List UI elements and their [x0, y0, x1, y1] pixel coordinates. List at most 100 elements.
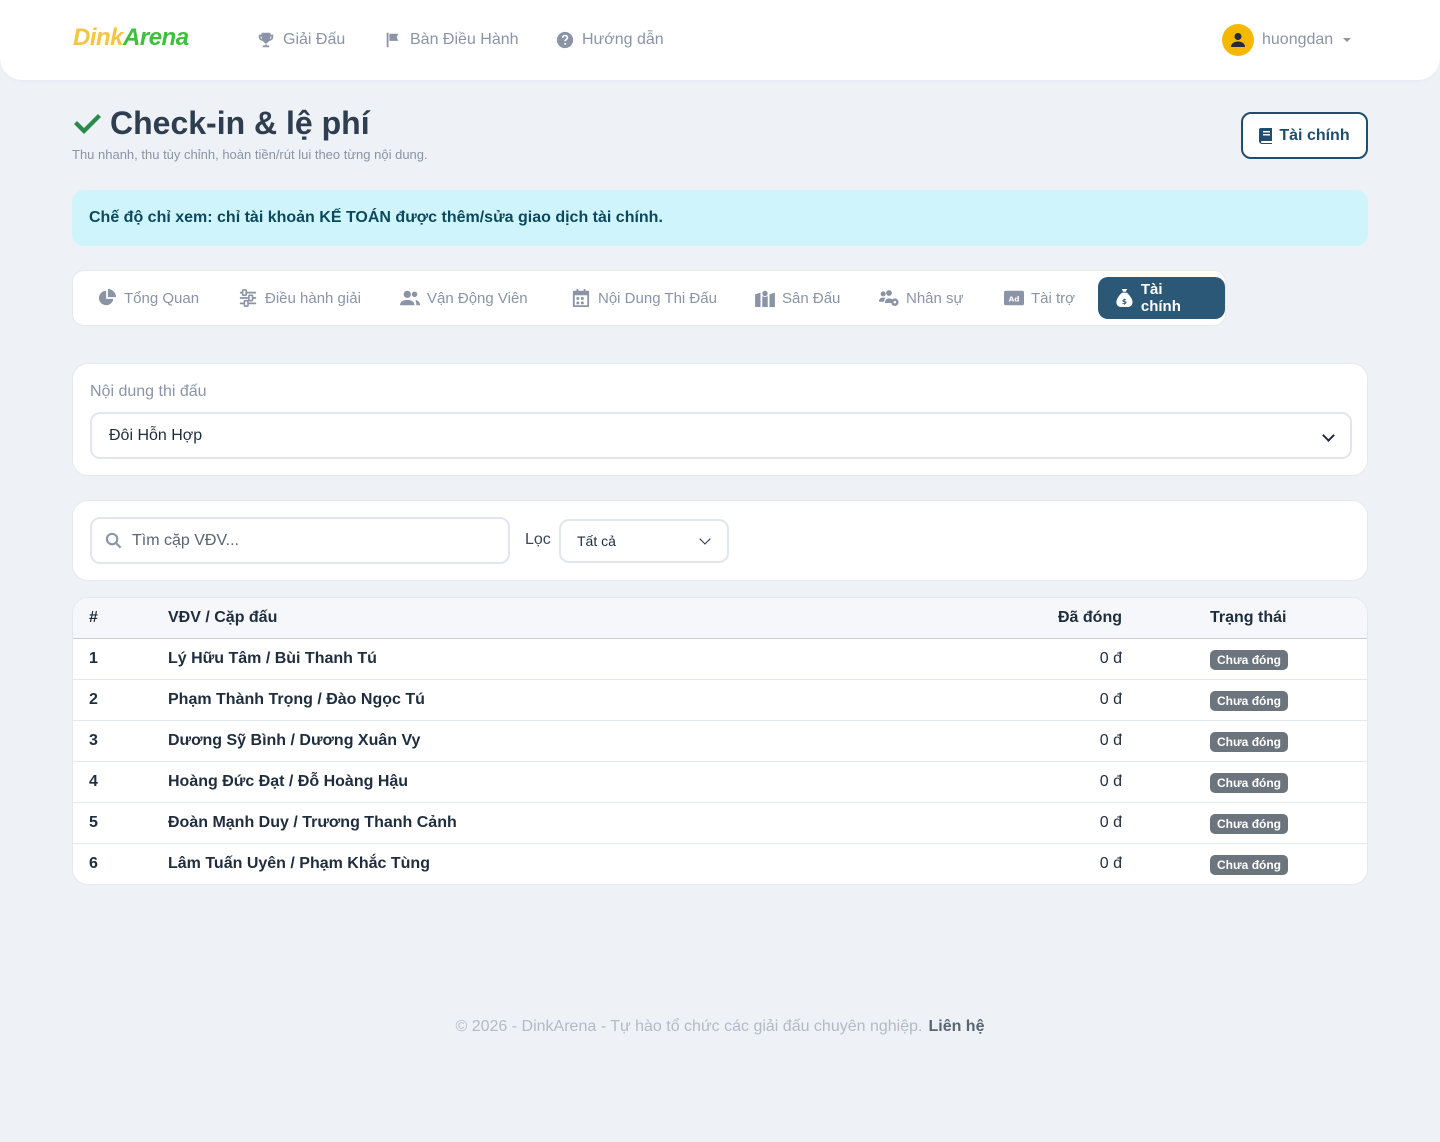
readonly-alert: Chế độ chỉ xem: chỉ tài khoản KẾ TOÁN đư…: [72, 190, 1368, 246]
search-placeholder: Tìm cặp VĐV...: [132, 531, 239, 549]
caret-down-icon: [1343, 38, 1352, 42]
sliders-icon: [239, 289, 257, 307]
row-paid-amount: 0 đ: [1099, 732, 1122, 749]
payments-table: # VĐV / Cặp đấu Đã đóng Trạng thái 1 Lý H…: [72, 597, 1368, 885]
flag-icon: [386, 32, 399, 48]
status-filter-select[interactable]: Tất cả: [559, 519, 729, 563]
row-index: 1: [89, 650, 98, 667]
tab-label: Nội Dung Thi Đấu: [598, 289, 717, 307]
rectangle-ad-icon: Ad: [1004, 290, 1024, 306]
brand-logo[interactable]: DinkArena: [73, 24, 189, 52]
row-paid-amount: 0 đ: [1099, 691, 1122, 708]
header-pair: VĐV / Cặp đấu: [168, 609, 278, 626]
tab-label: Nhân sự: [906, 289, 964, 307]
row-paid-amount: 0 đ: [1099, 855, 1122, 872]
search-input[interactable]: Tìm cặp VĐV...: [90, 517, 510, 564]
table-row[interactable]: 5 Đoàn Mạnh Duy / Trương Thanh Cảnh 0 đ Chư…: [73, 803, 1367, 844]
chart-pie-icon: [98, 289, 116, 306]
nav-huong-dan[interactable]: Hướng dẫn: [556, 29, 664, 51]
chevron-down-icon: [1322, 429, 1335, 442]
row-index: 6: [89, 855, 98, 872]
tab-label: Vận Động Viên: [427, 289, 528, 307]
users-gear-icon: [879, 290, 899, 306]
row-pair-name: Lâm Tuấn Uyên / Phạm Khắc Tùng: [168, 855, 430, 872]
chevron-down-icon: [699, 533, 711, 545]
event-select-value: Đôi Hỗn Hợp: [109, 426, 203, 444]
filter-card: Tìm cặp VĐV... Lọc Tất cả: [72, 500, 1368, 581]
money-bag-icon: $: [1116, 289, 1133, 307]
tab-label: Tổng Quan: [124, 289, 200, 307]
tab-label: Tài trợ: [1031, 289, 1076, 307]
tab-tai-chinh[interactable]: $ Tài chính: [1098, 277, 1225, 319]
check-icon: [74, 114, 101, 134]
finance-button-label: Tài chính: [1279, 126, 1350, 144]
page-title: Check-in & lệ phí: [72, 103, 370, 143]
row-index: 2: [89, 691, 98, 708]
status-badge: Chưa đóng: [1210, 773, 1289, 793]
top-navbar: DinkArena Giải Đấu Bàn Điều Hành Hướng d…: [0, 0, 1440, 80]
event-select-label: Nội dung thi đấu: [90, 383, 207, 400]
table-row[interactable]: 1 Lý Hữu Tâm / Bùi Thanh Tú 0 đ Chưa đóng: [73, 639, 1367, 680]
row-index: 3: [89, 732, 98, 749]
status-badge: Chưa đóng: [1210, 691, 1289, 711]
status-badge: Chưa đóng: [1210, 732, 1289, 752]
table-row[interactable]: 6 Lâm Tuấn Uyên / Phạm Khắc Tùng 0 đ Chưa đ…: [73, 844, 1367, 884]
contact-link[interactable]: Liên hệ: [928, 1018, 984, 1035]
svg-text:$: $: [1122, 297, 1127, 306]
finance-button[interactable]: Tài chính: [1241, 112, 1368, 159]
nav-ban-dieu-hanh[interactable]: Bàn Điều Hành: [384, 29, 519, 51]
search-icon: [105, 532, 122, 549]
row-pair-name: Phạm Thành Trọng / Đào Ngọc Tú: [168, 691, 425, 708]
table-row[interactable]: 2 Phạm Thành Trọng / Đào Ngọc Tú 0 đ Chưa đ…: [73, 680, 1367, 721]
table-row[interactable]: 3 Dương Sỹ Bình / Dương Xuân Vy 0 đ Chưa đó…: [73, 721, 1367, 762]
header-status: Trạng thái: [1210, 609, 1287, 626]
nav-giai-dau[interactable]: Giải Đấu: [257, 29, 345, 51]
brand-part-2: Arena: [123, 24, 189, 51]
nav-label: Giải Đấu: [283, 31, 346, 48]
book-icon: [1259, 127, 1273, 144]
nav-label: Hướng dẫn: [582, 31, 664, 48]
status-badge: Chưa đóng: [1210, 855, 1289, 875]
tab-tong-quan[interactable]: Tổng Quan: [97, 277, 199, 319]
tab-label: Tài chính: [1140, 281, 1181, 315]
event-select[interactable]: Đôi Hỗn Hợp: [90, 412, 1352, 459]
username: huongdan: [1262, 31, 1334, 48]
row-paid-amount: 0 đ: [1099, 650, 1122, 667]
brand-part-1: Dink: [73, 24, 124, 51]
row-paid-amount: 0 đ: [1099, 814, 1122, 831]
footer: © 2026 - DinkArena - Tự hào tổ chức các …: [0, 1018, 1440, 1036]
tab-bar: Tổng Quan Điều hành giải Vận Động Viên N…: [72, 270, 1226, 326]
row-pair-name: Lý Hữu Tâm / Bùi Thanh Tú: [168, 650, 377, 667]
user-menu[interactable]: huongdan: [1222, 23, 1352, 57]
status-badge: Chưa đóng: [1210, 650, 1289, 670]
table-header: # VĐV / Cặp đấu Đã đóng Trạng thái: [73, 598, 1367, 639]
tab-van-dong-vien[interactable]: Vận Động Viên: [400, 277, 528, 319]
svg-text:Ad: Ad: [1009, 295, 1020, 304]
tab-san-dau[interactable]: Sân Đấu: [755, 277, 840, 319]
filter-label: Lọc: [525, 531, 551, 548]
tab-dieu-hanh-giai[interactable]: Điều hành giải: [238, 277, 361, 319]
page-subtitle: Thu nhanh, thu tùy chỉnh, hoàn tiền/rút …: [72, 147, 428, 162]
nav-label: Bàn Điều Hành: [410, 31, 519, 48]
status-badge: Chưa đóng: [1210, 814, 1289, 834]
header-paid: Đã đóng: [1058, 609, 1122, 626]
row-pair-name: Dương Sỹ Bình / Dương Xuân Vy: [168, 732, 421, 749]
table-row[interactable]: 4 Hoàng Đức Đạt / Đỗ Hoàng Hậu 0 đ Chưa đón…: [73, 762, 1367, 803]
event-select-card: Nội dung thi đấu Đôi Hỗn Hợp: [72, 363, 1368, 476]
row-paid-amount: 0 đ: [1099, 773, 1122, 790]
filter-select-value: Tất cả: [577, 533, 616, 549]
footer-text: © 2026 - DinkArena - Tự hào tổ chức các …: [455, 1018, 923, 1035]
row-index: 5: [89, 814, 98, 831]
row-pair-name: Hoàng Đức Đạt / Đỗ Hoàng Hậu: [168, 773, 409, 790]
calendar-icon: [572, 289, 590, 307]
map-location-icon: [755, 289, 775, 307]
tab-label: Sân Đấu: [782, 289, 841, 307]
row-index: 4: [89, 773, 98, 790]
header-index: #: [89, 609, 98, 626]
alert-text: Chế độ chỉ xem: chỉ tài khoản KẾ TOÁN đư…: [89, 209, 663, 226]
tab-label: Điều hành giải: [265, 289, 361, 307]
tab-noi-dung-thi-dau[interactable]: Nội Dung Thi Đấu: [571, 277, 717, 319]
question-circle-icon: [556, 31, 574, 49]
tab-nhan-su[interactable]: Nhân sự: [879, 277, 964, 319]
tab-tai-tro[interactable]: Ad Tài trợ: [1004, 277, 1075, 319]
